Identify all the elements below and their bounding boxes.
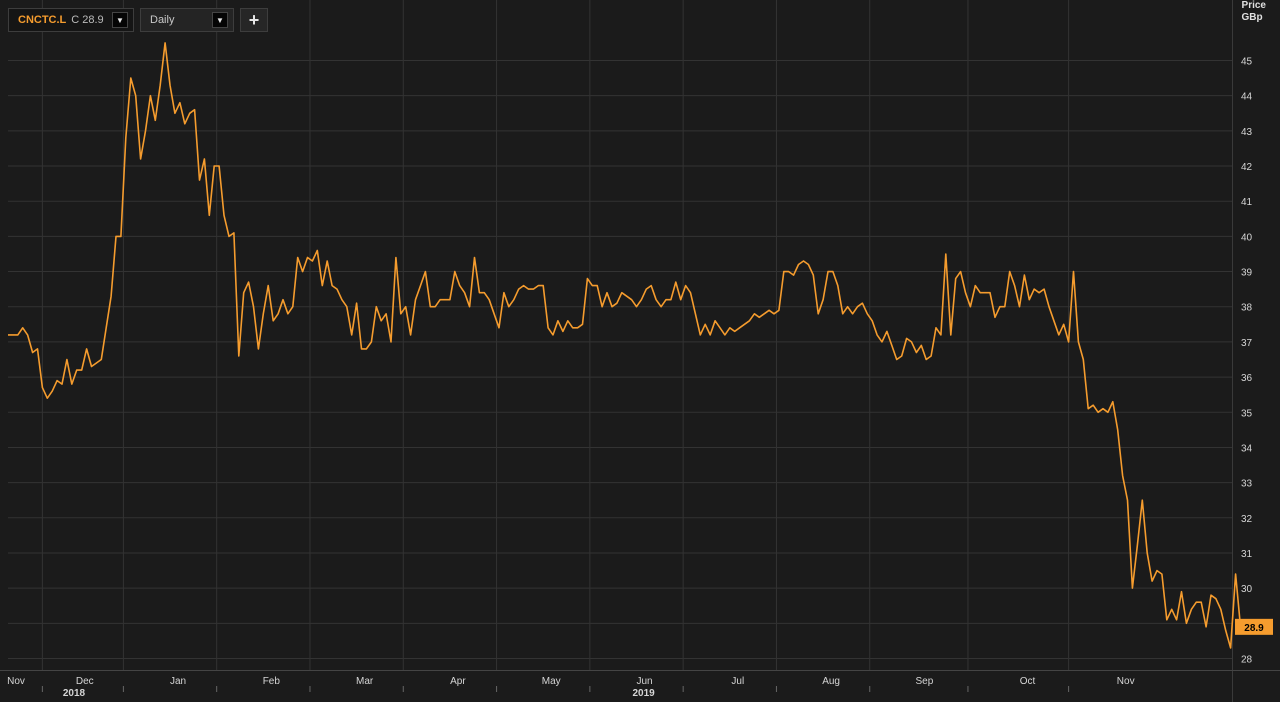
- price-chart[interactable]: 282930313233343536373839404142434445 Nov…: [0, 0, 1280, 702]
- x-tick-label: Dec: [76, 676, 94, 687]
- y-tick-label: 36: [1241, 373, 1253, 384]
- chart-toolbar: CNCTC.L C 28.9 ▼ Daily ▼ +: [8, 8, 268, 34]
- y-tick-label: 30: [1241, 584, 1253, 595]
- x-tick-label: Jul: [731, 676, 744, 687]
- x-tick-label: Feb: [263, 676, 281, 687]
- interval-dropdown-arrow-icon[interactable]: ▼: [212, 12, 228, 28]
- y-tick-label: 42: [1241, 162, 1253, 173]
- close-value: 28.9: [82, 14, 104, 26]
- y-tick-label: 34: [1241, 443, 1253, 454]
- symbol-label: CNCTC.L: [18, 14, 67, 26]
- y-tick-label: 33: [1241, 479, 1253, 490]
- x-tick-label: Aug: [822, 676, 840, 687]
- y-tick-label: 32: [1241, 514, 1253, 525]
- plot-area: [8, 0, 1232, 670]
- x-year-label: 2019: [632, 688, 655, 699]
- close-label: C: [71, 14, 80, 26]
- x-tick-label: Nov: [1117, 676, 1135, 687]
- y-tick-label: 31: [1241, 549, 1253, 560]
- last-price-layer: 28.9: [1235, 618, 1273, 635]
- y-tick-label: 39: [1241, 268, 1253, 279]
- add-indicator-button[interactable]: +: [240, 8, 268, 32]
- plus-icon: +: [248, 9, 260, 30]
- y-tick-label: 35: [1241, 408, 1253, 419]
- y-tick-label: 43: [1241, 127, 1253, 138]
- interval-label: Daily: [150, 14, 175, 26]
- x-tick-label: Mar: [356, 676, 374, 687]
- x-tick-label: Oct: [1020, 676, 1036, 687]
- x-tick-label: Apr: [450, 676, 466, 687]
- chart-grid: [8, 0, 1232, 670]
- x-year-label: 2018: [63, 688, 86, 699]
- y-tick-label: 40: [1241, 232, 1253, 243]
- x-tick-label: Jun: [636, 676, 652, 687]
- y-tick-label: 45: [1241, 57, 1253, 68]
- y-tick-label: 44: [1241, 92, 1253, 103]
- interval-selector[interactable]: Daily ▼: [140, 8, 234, 32]
- y-tick-label: 37: [1241, 338, 1253, 349]
- symbol-dropdown-arrow-icon[interactable]: ▼: [112, 12, 128, 28]
- y-tick-label: 38: [1241, 303, 1253, 314]
- x-tick-label: Sep: [915, 676, 933, 687]
- symbol-selector[interactable]: CNCTC.L C 28.9 ▼: [8, 8, 134, 32]
- y-axis: 282930313233343536373839404142434445: [1232, 0, 1253, 702]
- y-tick-label: 41: [1241, 197, 1253, 208]
- last-price-label: 28.9: [1244, 623, 1264, 634]
- y-tick-label: 28: [1241, 655, 1253, 666]
- x-tick-label: May: [542, 676, 561, 687]
- x-tick-label: Jan: [170, 676, 186, 687]
- x-axis: Nov Dec Jan Feb Mar Apr May Jun Jul Aug Sep Oct Nov 2…: [0, 670, 1280, 699]
- x-tick-label: Nov: [7, 676, 25, 687]
